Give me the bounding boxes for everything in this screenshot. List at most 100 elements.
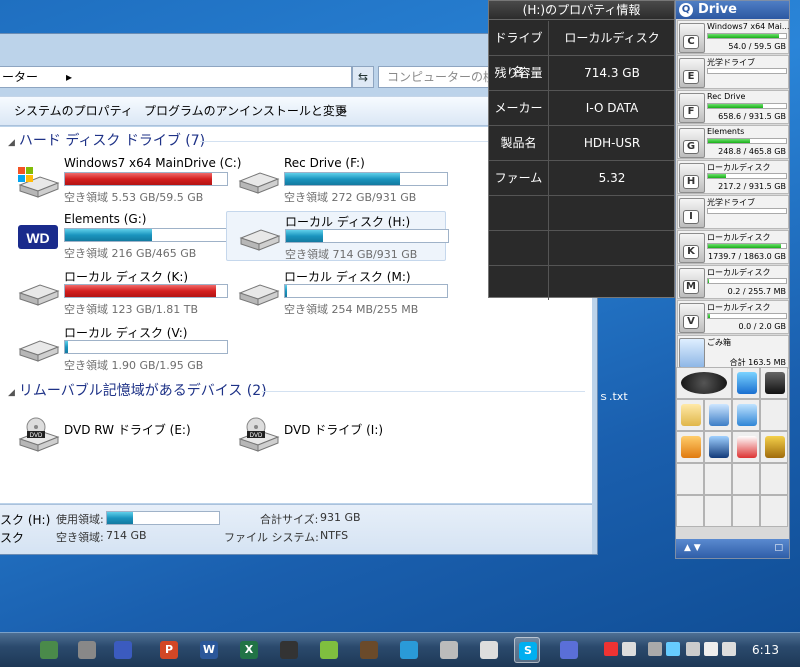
dvd-drive-icon: DVD: [18, 417, 60, 452]
taskbar-excel[interactable]: X: [236, 637, 262, 663]
taskbar-skype[interactable]: S: [514, 637, 540, 663]
uninstall-button[interactable]: プログラムのアンインストールと変更: [144, 97, 347, 125]
property-row: メーカー I-O DATA: [489, 91, 674, 126]
drive-letter: C: [683, 35, 699, 49]
app-icon: [114, 641, 132, 659]
more-button[interactable]: »: [340, 97, 347, 125]
hard-drive-icon: [18, 284, 60, 306]
tray-arrow-icon[interactable]: [648, 642, 662, 656]
launcher-cell[interactable]: [704, 495, 732, 527]
restore-icon[interactable]: □: [774, 539, 783, 558]
details-pane: スク (H:) スク 使用領域: 空き領域: 714 GB 合計サイズ: 931…: [0, 504, 592, 554]
dc-drive-item[interactable]: F Rec Drive 658.6 / 931.5 GB: [677, 90, 789, 124]
drive-usage-bar: [64, 228, 228, 242]
launcher-cell[interactable]: [704, 463, 732, 495]
removable-group-header[interactable]: ◢ リムーバブル記憶域があるデバイス (2): [8, 381, 267, 401]
taskbar-app[interactable]: [476, 637, 502, 663]
tray-app-icon[interactable]: [666, 642, 680, 656]
taskbar-powerpoint[interactable]: P: [156, 637, 182, 663]
volume-muted-icon[interactable]: [704, 642, 718, 656]
dc-drive-item[interactable]: I 光学ドライブ: [677, 195, 789, 229]
property-row: [489, 266, 674, 301]
dc-drive-item[interactable]: G Elements 248.8 / 465.8 GB: [677, 125, 789, 159]
dc-drive-item[interactable]: C Windows7 x64 Mai... 54.0 / 59.5 GB: [677, 20, 789, 54]
taskbar-app[interactable]: [396, 637, 422, 663]
dc-drive-item[interactable]: E 光学ドライブ: [677, 55, 789, 89]
launcher-cell[interactable]: [732, 463, 760, 495]
taskbar-word[interactable]: W: [196, 637, 222, 663]
taskbar-app[interactable]: [436, 637, 462, 663]
property-label: ファーム: [489, 161, 549, 195]
collapse-icon[interactable]: ◢: [8, 138, 15, 148]
launcher-cell[interactable]: [760, 399, 788, 431]
dc-trash-item[interactable]: ごみ箱 合計 163.5 MB: [677, 335, 789, 369]
launcher-cell[interactable]: [732, 367, 760, 399]
drive-item[interactable]: WD Elements (G:) 空き領域 216 GB/465 GB: [6, 211, 228, 261]
scroll-arrows-icon[interactable]: ▲ ▼: [684, 539, 701, 558]
collapse-icon[interactable]: ◢: [8, 388, 15, 398]
launcher-cell[interactable]: [676, 431, 704, 463]
drive-item[interactable]: Rec Drive (F:) 空き領域 272 GB/931 GB: [226, 155, 448, 205]
launcher-cell[interactable]: [760, 463, 788, 495]
taskbar-app[interactable]: [74, 637, 100, 663]
dc-drive-item[interactable]: H ローカルディスク 217.2 / 931.5 GB: [677, 160, 789, 194]
dc-drive-size: 0.2 / 255.7 MB: [727, 287, 786, 296]
ime-icon[interactable]: [622, 642, 636, 656]
launcher-cell[interactable]: [676, 367, 732, 399]
launcher-cell[interactable]: [676, 495, 704, 527]
hard-drive-icon: [18, 340, 60, 362]
drive-item-selected[interactable]: ローカル ディスク (H:) 空き領域 714 GB/931 GB: [226, 211, 449, 261]
dc-drive-item[interactable]: V ローカルディスク 0.0 / 2.0 GB: [677, 300, 789, 334]
network-icon: [737, 372, 757, 394]
taskbar-app[interactable]: [556, 637, 582, 663]
taskbar-app[interactable]: [316, 637, 342, 663]
property-label: [489, 231, 549, 265]
hdd-group-header[interactable]: ◢ ハード ディスク ドライブ (7): [8, 131, 205, 151]
launcher-cell[interactable]: [704, 399, 732, 431]
drive-item[interactable]: Windows7 x64 MainDrive (C:) 空き領域 5.53 GB…: [6, 155, 241, 205]
tray-check-icon[interactable]: [604, 642, 618, 656]
launcher-cell[interactable]: [760, 367, 788, 399]
drive-item[interactable]: ローカル ディスク (V:) 空き領域 1.90 GB/1.95 GB: [6, 323, 228, 373]
launcher-cell[interactable]: [732, 431, 760, 463]
drive-center-gadget: Q Drive Center C Windows7 x64 Mai... 54.…: [675, 0, 790, 559]
launcher-cell[interactable]: [676, 399, 704, 431]
drive-item[interactable]: ローカル ディスク (M:) 空き領域 254 MB/255 MB: [226, 267, 448, 317]
taskbar-clock[interactable]: 6:13: [752, 643, 779, 657]
desktop-file-label[interactable]: ｓ.txt: [598, 388, 628, 404]
dvd-drive-item[interactable]: DVD DVD RW ドライブ (E:): [6, 409, 226, 459]
dc-drive-name: ローカルディスク: [707, 233, 771, 242]
taskbar-app[interactable]: [276, 637, 302, 663]
launcher-cell[interactable]: [760, 495, 788, 527]
drive-item[interactable]: ローカル ディスク (K:) 空き領域 123 GB/1.81 TB: [6, 267, 228, 317]
drive-center-titlebar[interactable]: Q Drive Center: [676, 1, 789, 35]
address-separator-icon[interactable]: ▸: [66, 67, 72, 87]
property-row: [489, 196, 674, 231]
dc-drive-size: 658.6 / 931.5 GB: [718, 112, 786, 121]
app-icon: [78, 641, 96, 659]
drive-center-footer: ▲ ▼ □: [676, 539, 789, 558]
recycle-bin-icon: [679, 338, 705, 368]
taskbar-app[interactable]: [356, 637, 382, 663]
launcher-cell[interactable]: [760, 431, 788, 463]
dc-drive-name: 光学ドライブ: [707, 58, 755, 67]
drive-usage-bar: [284, 284, 448, 298]
network-tray-icon[interactable]: [686, 642, 700, 656]
dvd-drive-item[interactable]: DVD DVD ドライブ (I:): [226, 409, 446, 459]
refresh-icon[interactable]: ⇆: [352, 66, 374, 88]
drive-letter: K: [683, 245, 699, 259]
launcher-cell[interactable]: [704, 431, 732, 463]
dc-drive-item[interactable]: M ローカルディスク 0.2 / 255.7 MB: [677, 265, 789, 299]
power-icon[interactable]: [722, 642, 736, 656]
total-label: 合計サイズ:: [260, 513, 319, 526]
launcher-cell[interactable]: [732, 399, 760, 431]
taskbar-app[interactable]: [110, 637, 136, 663]
launcher-cell[interactable]: [676, 463, 704, 495]
address-bar[interactable]: ーター ▸: [0, 66, 352, 88]
dc-drive-item[interactable]: K ローカルディスク 1739.7 / 1863.0 GB: [677, 230, 789, 264]
launcher-cell[interactable]: [732, 495, 760, 527]
hdd-group-label: ハード ディスク ドライブ (7): [18, 133, 206, 149]
taskbar-app[interactable]: [36, 637, 62, 663]
taskbar: P W X S 6:13: [0, 632, 800, 667]
system-properties-button[interactable]: システムのプロパティ: [14, 97, 133, 125]
